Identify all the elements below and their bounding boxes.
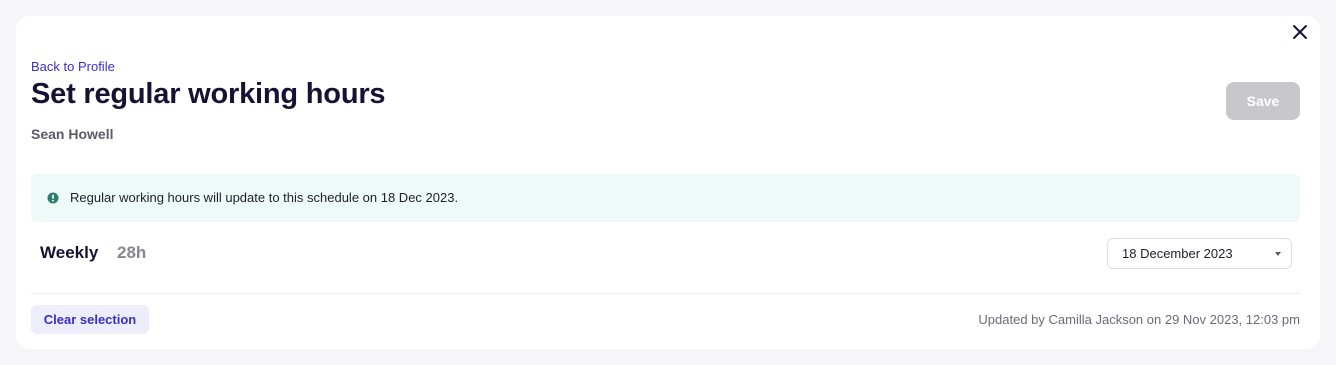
last-updated-text: Updated by Camilla Jackson on 29 Nov 202… — [978, 312, 1300, 327]
clear-selection-button[interactable]: Clear selection — [31, 305, 149, 334]
effective-date-select[interactable]: 18 December 2023 — [1107, 238, 1292, 269]
divider — [31, 293, 1300, 294]
page-title: Set regular working hours — [31, 78, 386, 110]
person-name: Sean Howell — [31, 126, 114, 142]
effective-date-value: 18 December 2023 — [1122, 246, 1233, 261]
close-icon — [1293, 25, 1307, 39]
schedule-period-label: Weekly — [40, 243, 99, 262]
close-button[interactable] — [1289, 21, 1311, 43]
info-icon — [47, 192, 59, 204]
save-button[interactable]: Save — [1226, 82, 1300, 120]
working-hours-panel: Back to Profile Set regular working hour… — [16, 16, 1320, 349]
chevron-down-icon — [1275, 252, 1281, 256]
info-banner: Regular working hours will update to thi… — [31, 174, 1300, 222]
banner-text: Regular working hours will update to thi… — [70, 190, 459, 205]
total-hours: 28h — [117, 243, 147, 262]
back-to-profile-link[interactable]: Back to Profile — [31, 59, 115, 74]
